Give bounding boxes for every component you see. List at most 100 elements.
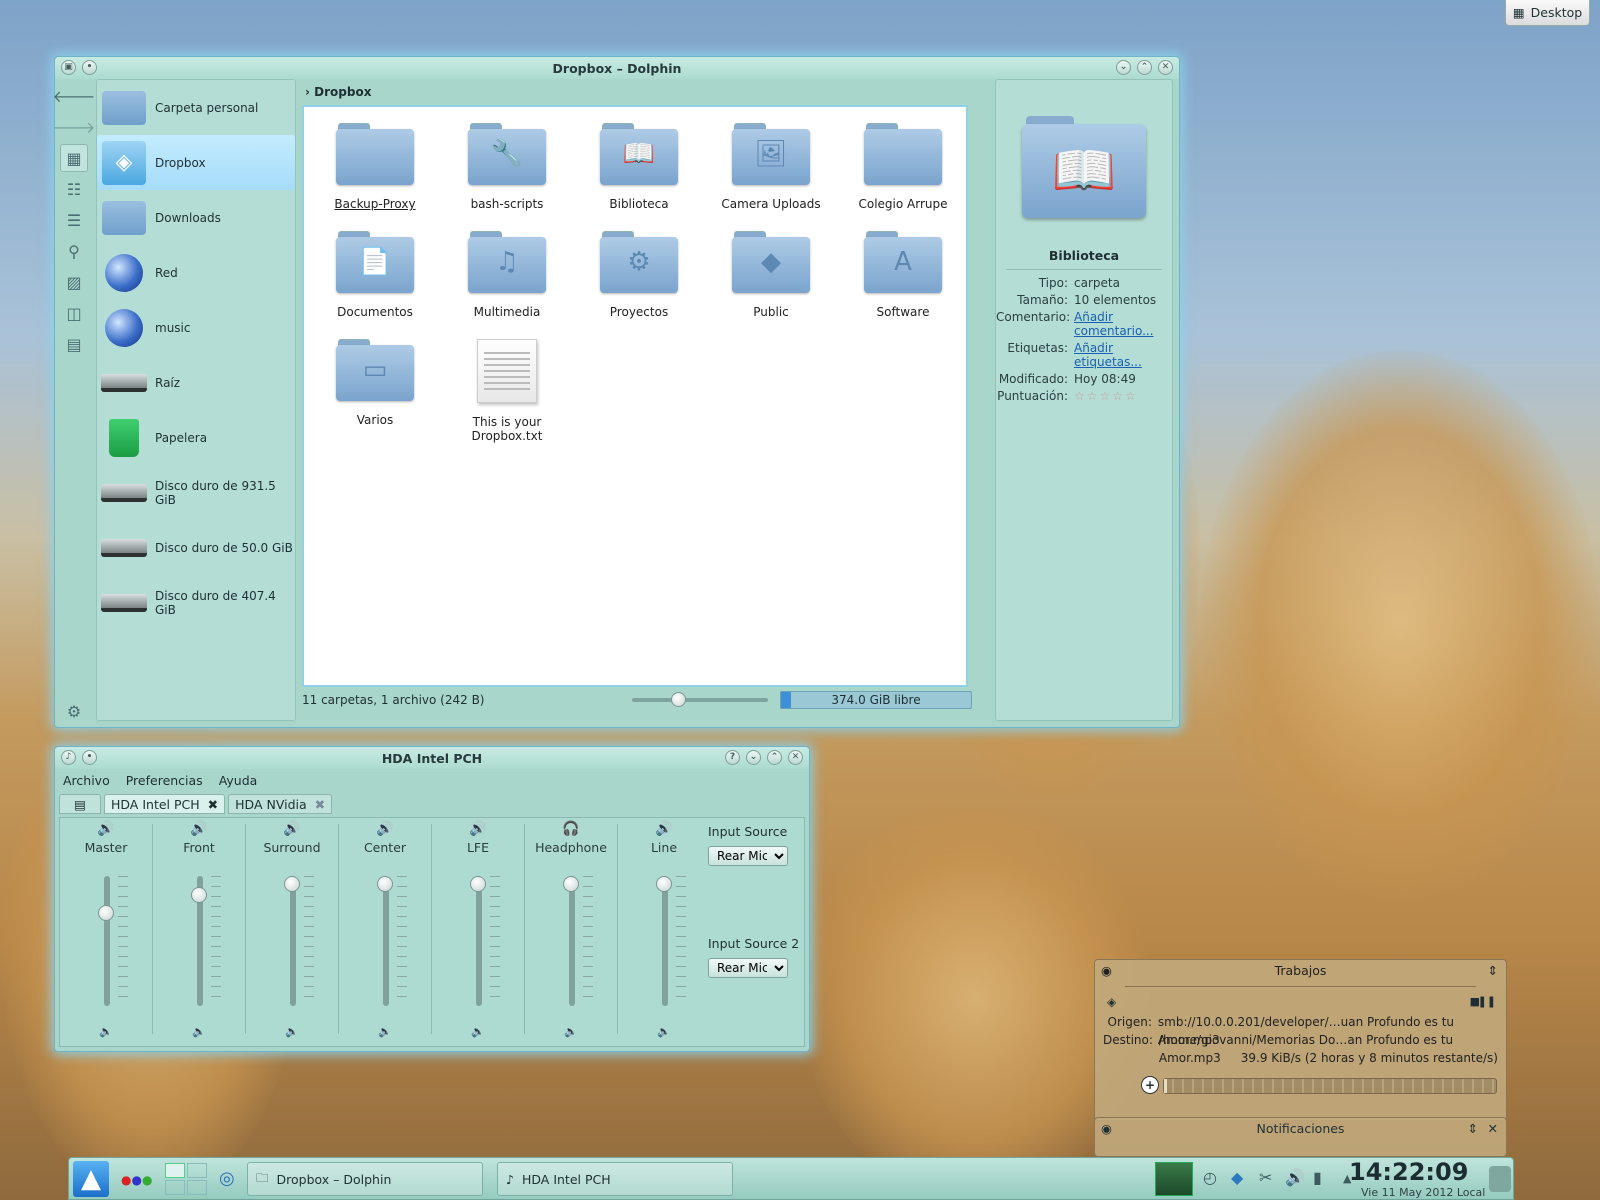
- file-item[interactable]: This is your Dropbox.txt: [444, 339, 570, 443]
- place-item[interactable]: Disco duro de 931.5 GiB: [97, 465, 295, 520]
- tab-hda-intel-pch[interactable]: HDA Intel PCH ✖: [104, 794, 226, 814]
- menu-archivo[interactable]: Archivo: [63, 773, 110, 788]
- mute-toggle-icon[interactable]: 🔈: [60, 1025, 152, 1038]
- app-menu-icon[interactable]: ▣: [61, 60, 76, 75]
- volume-slider-knob[interactable]: [563, 876, 579, 892]
- volume-slider-knob[interactable]: [470, 876, 486, 892]
- file-item[interactable]: Backup-Proxy: [312, 123, 438, 211]
- maximize-button[interactable]: ⌃: [1137, 60, 1152, 75]
- mute-toggle-icon[interactable]: 🔈: [618, 1025, 710, 1038]
- system-monitor-icon[interactable]: [1155, 1162, 1193, 1196]
- file-item[interactable]: ♫ Multimedia: [444, 231, 570, 319]
- volume-slider[interactable]: [191, 876, 207, 1006]
- minimize-button[interactable]: ⌄: [746, 750, 761, 765]
- task-kmix[interactable]: ♪ HDA Intel PCH: [497, 1162, 733, 1196]
- volume-slider-knob[interactable]: [98, 904, 114, 921]
- file-item[interactable]: 🔧 bash-scripts: [444, 123, 570, 211]
- info-link[interactable]: Añadir etiquetas...: [1074, 341, 1168, 369]
- kmix-app-icon[interactable]: ♪: [61, 750, 76, 765]
- tab-hda-nvidia[interactable]: HDA NVidia ✖: [228, 794, 333, 814]
- place-item[interactable]: Red: [97, 245, 295, 300]
- minimize-button[interactable]: ⌄: [1116, 60, 1131, 75]
- select-master-button[interactable]: ▤: [59, 794, 101, 814]
- mute-toggle-icon[interactable]: 🔈: [525, 1025, 617, 1038]
- kickoff-launcher-icon[interactable]: ▲: [73, 1161, 109, 1197]
- forward-icon[interactable]: 🡒: [53, 113, 96, 141]
- settings-gear-icon[interactable]: ⚙: [60, 697, 88, 725]
- file-view[interactable]: Backup-Proxy 🔧 bash-scripts 📖 Biblioteca 🖼 Cam…: [302, 105, 968, 687]
- pin-icon[interactable]: •: [82, 60, 97, 75]
- close-button[interactable]: ✕: [788, 750, 803, 765]
- volume-icon[interactable]: 🔊: [1285, 1168, 1305, 1187]
- menu-ayuda[interactable]: Ayuda: [219, 773, 258, 788]
- close-icon[interactable]: ✕: [1488, 1118, 1498, 1140]
- volume-slider[interactable]: [98, 876, 114, 1006]
- desktop-button[interactable]: ▦ Desktop: [1505, 0, 1590, 26]
- mute-toggle-icon[interactable]: 🔈: [432, 1025, 524, 1038]
- clock-tray-icon[interactable]: ◴: [1203, 1168, 1217, 1187]
- maximize-button[interactable]: ⌃: [767, 750, 782, 765]
- terminal-icon[interactable]: ▤: [60, 330, 88, 358]
- details-view-icon[interactable]: ☰: [60, 206, 88, 234]
- file-item[interactable]: 🖼 Camera Uploads: [708, 123, 834, 211]
- pause-icon[interactable]: ❚❚: [1478, 995, 1496, 1008]
- volume-slider[interactable]: [377, 876, 393, 1006]
- split-view-icon[interactable]: ◫: [60, 299, 88, 327]
- pin-icon[interactable]: •: [82, 750, 97, 765]
- icons-view-icon[interactable]: ▦: [60, 144, 88, 172]
- zoom-slider-knob[interactable]: [670, 692, 686, 707]
- place-item[interactable]: ◈ Dropbox: [97, 135, 295, 190]
- pager[interactable]: [165, 1163, 207, 1195]
- mute-toggle-icon[interactable]: 🔈: [153, 1025, 245, 1038]
- volume-slider[interactable]: [563, 876, 579, 1006]
- search-icon[interactable]: ⚲: [60, 237, 88, 265]
- input-source2-select[interactable]: Rear Mic: [708, 958, 788, 978]
- file-item[interactable]: A Software: [840, 231, 966, 319]
- help-button[interactable]: ?: [725, 750, 740, 765]
- klipper-scissors-icon[interactable]: ✂: [1259, 1168, 1272, 1187]
- compact-view-icon[interactable]: ☷: [60, 175, 88, 203]
- breadcrumb[interactable]: › Dropbox: [305, 85, 371, 99]
- input-source-select[interactable]: Rear Mic: [708, 846, 788, 866]
- dropbox-tray-icon[interactable]: ◆: [1231, 1168, 1243, 1187]
- place-item[interactable]: Raíz: [97, 355, 295, 410]
- place-item[interactable]: Downloads: [97, 190, 295, 245]
- file-item[interactable]: 📖 Biblioteca: [576, 123, 702, 211]
- battery-icon[interactable]: ▮: [1313, 1168, 1322, 1187]
- volume-slider-knob[interactable]: [284, 876, 300, 892]
- info-link[interactable]: Añadir comentario...: [1074, 310, 1168, 338]
- browser-icon[interactable]: ◎: [219, 1168, 235, 1189]
- menu-preferencias[interactable]: Preferencias: [126, 773, 203, 788]
- kmix-titlebar[interactable]: ♪ • HDA Intel PCH ? ⌄ ⌃ ✕: [55, 747, 809, 769]
- place-item[interactable]: Disco duro de 407.4 GiB: [97, 575, 295, 630]
- clock-time[interactable]: 14:22:09: [1349, 1158, 1468, 1186]
- place-item[interactable]: Carpeta personal: [97, 80, 295, 135]
- collapse-icon[interactable]: ⇕: [1468, 1118, 1478, 1140]
- volume-slider[interactable]: [470, 876, 486, 1006]
- volume-slider-knob[interactable]: [377, 876, 393, 892]
- preview-icon[interactable]: ▨: [60, 268, 88, 296]
- collapse-icon[interactable]: ⇕: [1488, 960, 1498, 982]
- file-item[interactable]: 📄 Documentos: [312, 231, 438, 319]
- details-plus-icon[interactable]: +: [1141, 1076, 1159, 1094]
- close-tab-icon[interactable]: ✖: [315, 797, 325, 812]
- place-item[interactable]: music: [97, 300, 295, 355]
- panel-toolbox-icon[interactable]: [1489, 1166, 1511, 1192]
- place-item[interactable]: Disco duro de 50.0 GiB: [97, 520, 295, 575]
- close-button[interactable]: ✕: [1158, 60, 1173, 75]
- volume-slider-knob[interactable]: [191, 887, 207, 904]
- place-item[interactable]: Papelera: [97, 410, 295, 465]
- zoom-slider[interactable]: [632, 692, 768, 707]
- mute-toggle-icon[interactable]: 🔈: [246, 1025, 338, 1038]
- task-dolphin[interactable]: 🗀 Dropbox – Dolphin: [247, 1162, 483, 1196]
- activities-icon[interactable]: ●●●: [121, 1173, 152, 1187]
- volume-slider-knob[interactable]: [656, 876, 672, 892]
- file-item[interactable]: ▭ Varios: [312, 339, 438, 427]
- volume-slider[interactable]: [656, 876, 672, 1006]
- mute-toggle-icon[interactable]: 🔈: [339, 1025, 431, 1038]
- file-item[interactable]: Colegio Arrupe: [840, 123, 966, 211]
- close-tab-icon[interactable]: ✖: [208, 797, 218, 812]
- dolphin-titlebar[interactable]: ▣ • Dropbox – Dolphin ⌄ ⌃ ✕: [55, 57, 1179, 79]
- volume-slider[interactable]: [284, 876, 300, 1006]
- file-item[interactable]: ◆ Public: [708, 231, 834, 319]
